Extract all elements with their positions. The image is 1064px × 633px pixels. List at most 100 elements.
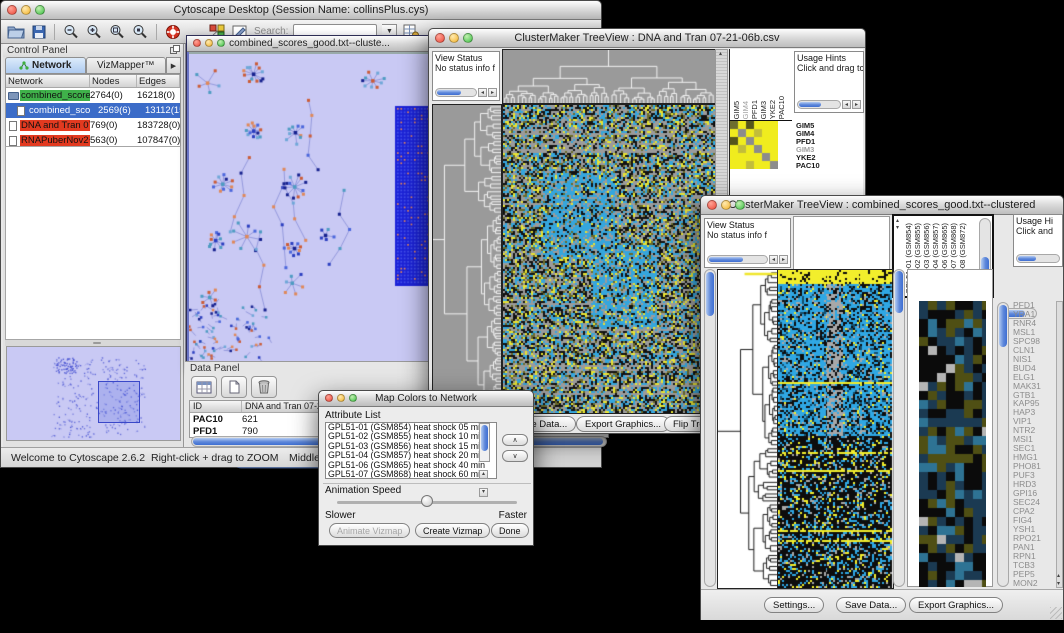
attribute-list-item[interactable]: GPL51-07 (GSM868) heat shock 60 min — [326, 470, 496, 479]
tv1-zoom-matrix[interactable] — [730, 121, 778, 169]
network-tab-icon — [19, 61, 29, 70]
scroll-up-icon[interactable]: ▴ — [479, 470, 488, 479]
close-icon[interactable] — [435, 33, 445, 43]
gene-row-label[interactable]: PAC10 — [796, 162, 834, 170]
view-status-scrollbar[interactable]: ◂ ▸ — [707, 254, 788, 265]
scrollbar-thumb[interactable] — [799, 102, 821, 107]
zoom-out-button[interactable] — [62, 22, 80, 42]
scrollbar-thumb[interactable] — [999, 305, 1007, 347]
col-edges[interactable]: Edges — [137, 75, 180, 87]
close-icon[interactable] — [325, 394, 333, 402]
tv1-titlebar[interactable]: ClusterMaker TreeView : DNA and Tran 07-… — [429, 29, 865, 48]
scroll-right-icon[interactable]: ▸ — [779, 255, 788, 264]
scrollbar-thumb[interactable] — [706, 272, 714, 316]
export-graphics-button[interactable]: Export Graphics... — [909, 597, 1003, 613]
scrollbar-thumb[interactable] — [1018, 256, 1036, 261]
open-file-button[interactable] — [6, 22, 26, 42]
delete-attribute-button[interactable] — [251, 376, 277, 398]
zoom-window-icon[interactable] — [463, 33, 473, 43]
scroll-left-icon[interactable]: ◂ — [842, 100, 851, 109]
scrollbar-thumb[interactable] — [437, 90, 461, 95]
col-nodes[interactable]: Nodes — [90, 75, 137, 87]
birdseye-canvas[interactable] — [7, 347, 180, 440]
save-button[interactable] — [31, 22, 47, 42]
move-up-button[interactable]: ∧ — [502, 434, 528, 446]
network-row[interactable]: combined_scores 2764(0) 16218(0) — [6, 88, 180, 103]
resize-grip[interactable] — [1050, 607, 1062, 619]
help-button[interactable] — [164, 22, 182, 42]
zoom-window-icon[interactable] — [217, 39, 225, 47]
tv2-zoom-heatmap[interactable] — [919, 301, 986, 587]
attribute-list-scrollbar[interactable] — [479, 423, 490, 462]
settings-button[interactable]: Settings... — [764, 597, 824, 613]
usage-hints-scrollbar[interactable] — [1016, 253, 1060, 264]
new-attribute-button[interactable] — [221, 376, 247, 398]
tv2-heatmap[interactable] — [777, 269, 894, 589]
tab-vizmapper[interactable]: VizMapper™ — [86, 57, 167, 74]
tv1-heatmap[interactable] — [502, 104, 716, 414]
tab-overflow-button[interactable]: ▶ — [166, 57, 181, 74]
tv2-right-scroll-strip[interactable]: ▴ ▾ — [1056, 301, 1063, 588]
scroll-up-icon[interactable]: ▴ — [1057, 573, 1060, 579]
zoom-window-icon[interactable] — [735, 200, 745, 210]
tv1-row-dendrogram[interactable] — [432, 104, 502, 414]
col-id[interactable]: ID — [190, 401, 242, 412]
save-data-button[interactable]: Save Data... — [836, 597, 906, 613]
zoom-selected-button[interactable] — [131, 22, 149, 42]
scroll-right-icon[interactable]: ▸ — [852, 100, 861, 109]
scroll-up-icon[interactable]: ▴ — [719, 51, 722, 57]
birdseye-viewport-rect[interactable] — [98, 381, 140, 423]
scrollbar-thumb[interactable] — [709, 257, 743, 262]
tv2-heatmap-vscrollbar[interactable] — [893, 269, 905, 587]
move-down-button[interactable]: ∨ — [502, 450, 528, 462]
birdseye-view[interactable] — [6, 346, 181, 441]
network-type-icon — [14, 106, 28, 116]
zoom-window-icon[interactable] — [35, 5, 45, 15]
scrollbar-thumb[interactable] — [895, 271, 903, 313]
tv1-export-graphics-button[interactable]: Export Graphics... — [576, 416, 670, 432]
view-status-scrollbar[interactable]: ◂ ▸ — [435, 87, 497, 98]
col-network[interactable]: Network — [6, 75, 90, 87]
minimize-icon[interactable] — [449, 33, 459, 43]
zoom-in-button[interactable] — [85, 22, 103, 42]
tv2-titlebar[interactable]: ClusterMaker TreeView : combined_scores_… — [701, 196, 1063, 215]
gene-label[interactable]: MON2 — [1013, 579, 1056, 588]
usage-hints-scrollbar[interactable]: ◂ ▸ — [797, 99, 861, 110]
create-vizmap-button[interactable]: Create Vizmap — [415, 523, 490, 538]
tab-network[interactable]: Network — [5, 57, 86, 74]
scroll-down-icon[interactable]: ▾ — [896, 225, 899, 231]
minimize-icon[interactable] — [721, 200, 731, 210]
zoom-window-icon[interactable] — [349, 394, 357, 402]
main-titlebar[interactable]: Cytoscape Desktop (Session Name: collins… — [1, 1, 601, 20]
zoom-fit-button[interactable] — [108, 22, 126, 42]
network-row[interactable]: DNA and Tran 07 769(0) 183728(0) — [6, 118, 180, 133]
close-icon[interactable] — [7, 5, 17, 15]
tv2-genes-vscrollbar[interactable] — [997, 302, 1009, 587]
select-attributes-button[interactable] — [191, 376, 217, 398]
scroll-left-icon[interactable]: ◂ — [769, 255, 778, 264]
scroll-down-icon[interactable]: ▾ — [479, 488, 488, 497]
done-button[interactable]: Done — [491, 523, 529, 538]
close-icon[interactable] — [193, 39, 201, 47]
minimize-icon[interactable] — [205, 39, 213, 47]
minimize-icon[interactable] — [21, 5, 31, 15]
float-panel-icon[interactable] — [170, 45, 180, 57]
tv2-left-vscrollbar[interactable] — [704, 269, 716, 587]
scroll-right-icon[interactable]: ▸ — [488, 88, 497, 97]
animate-vizmap-button[interactable]: Animate Vizmap — [329, 523, 410, 538]
close-icon[interactable] — [707, 200, 717, 210]
gene-column-label[interactable]: PAC10 — [778, 96, 787, 119]
scroll-down-icon[interactable]: ▾ — [1057, 581, 1060, 587]
scrollbar-thumb[interactable] — [481, 425, 488, 451]
dialog-titlebar[interactable]: Map Colors to Network — [319, 391, 533, 407]
scroll-left-icon[interactable]: ◂ — [478, 88, 487, 97]
tv2-row-dendrogram[interactable] — [717, 269, 778, 589]
slider-thumb[interactable] — [421, 495, 433, 507]
scroll-up-icon[interactable]: ▴ — [896, 218, 899, 224]
attribute-list[interactable]: GPL51-01 (GSM854) heat shock 05 minGPL51… — [325, 422, 497, 479]
network-row[interactable]: combined_sco 2569(6) 13112(15) — [6, 103, 180, 118]
network-graph-canvas[interactable] — [189, 54, 430, 366]
minimize-icon[interactable] — [337, 394, 345, 402]
tv1-column-dendrogram[interactable] — [502, 49, 716, 104]
network-frame-titlebar[interactable]: combined_scores_good.txt--cluste... — [187, 36, 432, 52]
